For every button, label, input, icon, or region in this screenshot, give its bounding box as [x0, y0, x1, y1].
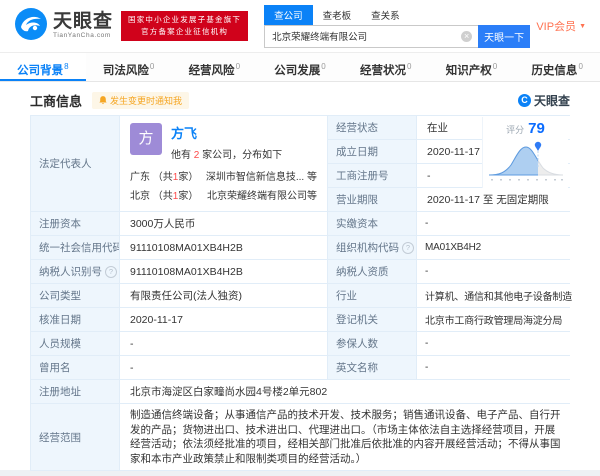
company-search-input[interactable] — [264, 24, 479, 48]
field-value: MA01XB4H2 — [417, 236, 572, 259]
field-label: 组织机构代码? — [328, 236, 416, 259]
business-info-table: 法定代表人 方 方飞 他有 2 家公司，分布如下 广东 （共1家） 深圳市智信新… — [30, 115, 572, 471]
section-title: 工商信息 — [30, 93, 83, 109]
field-value: 3000万人民币 — [120, 212, 327, 235]
region-companies-link[interactable]: 北京荣耀终端有限公司等 — [198, 187, 317, 202]
vip-member-link[interactable]: VIP会员 ▼ — [536, 18, 586, 34]
field-label: 核准日期 — [31, 308, 119, 331]
field-value: 北京市工商行政管理局海淀分局 — [417, 308, 572, 331]
search-tab-boss[interactable]: 查老板 — [313, 5, 362, 25]
nav-tab-judicial-risk[interactable]: 司法风险0 — [86, 53, 172, 81]
field-value: - — [417, 332, 572, 355]
watermark: C 天眼查 — [517, 92, 570, 109]
nav-tab-development[interactable]: 公司发展0 — [257, 53, 343, 81]
nav-tab-history[interactable]: 历史信息0 — [514, 53, 600, 81]
nav-tab-operation-risk[interactable]: 经营风险0 — [171, 53, 257, 81]
field-label: 行业 — [328, 284, 416, 307]
field-label: 经营状态 — [328, 116, 416, 139]
search-tab-company[interactable]: 查公司 — [264, 4, 313, 25]
field-label: 经营范围 — [31, 404, 119, 470]
legal-rep-name[interactable]: 方飞 — [171, 123, 282, 142]
field-value: - — [120, 356, 327, 379]
nav-tab-background[interactable]: 公司背景8 — [0, 53, 86, 81]
field-value: - — [120, 332, 327, 355]
region-row: 广东 （共1家） 深圳市智信新信息技... 等 — [130, 168, 317, 183]
legal-rep-cell: 方 方飞 他有 2 家公司，分布如下 广东 （共1家） 深圳市智信新信息技...… — [120, 116, 327, 211]
brand-domain: TianYanCha.com — [53, 32, 111, 40]
field-label: 工商注册号 — [328, 164, 416, 187]
caret-down-icon: ▼ — [579, 22, 586, 30]
field-label: 成立日期 — [328, 140, 416, 163]
legal-rep-avatar[interactable]: 方 — [130, 123, 162, 155]
field-label: 注册地址 — [31, 380, 119, 403]
field-label: 营业期限 — [328, 188, 416, 211]
legal-rep-summary: 他有 2 家公司，分布如下 — [171, 150, 283, 161]
search-button[interactable]: 天眼一下 — [478, 24, 531, 48]
nav-tab-intellectual-property[interactable]: 知识产权0 — [429, 53, 515, 81]
company-section-nav: 公司背景8 司法风险0 经营风险0 公司发展0 经营状况0 知识产权0 历史信息… — [0, 52, 600, 82]
search-tab-relation[interactable]: 查关系 — [361, 5, 410, 25]
field-label: 公司类型 — [31, 284, 119, 307]
help-icon[interactable]: ? — [402, 241, 414, 254]
tianyancha-company-page: 天眼查 TianYanCha.com 国家中小企业发展子基金旗下 官方备案企业征… — [0, 0, 600, 471]
field-label: 纳税人资质 — [328, 260, 416, 283]
field-value: 91110108MA01XB4H2B — [120, 236, 327, 259]
site-header: 天眼查 TianYanCha.com 国家中小企业发展子基金旗下 官方备案企业征… — [0, 0, 600, 52]
field-label: 实缴资本 — [328, 212, 416, 235]
certification-badge: 国家中小企业发展子基金旗下 官方备案企业征信机构 — [121, 11, 249, 41]
region-companies-link[interactable]: 深圳市智信新信息技... 等 — [198, 168, 317, 183]
field-value: 2020-11-17 — [120, 308, 327, 331]
watermark-logo-icon: C — [517, 93, 531, 107]
brand-name: 天眼查 — [53, 11, 114, 33]
company-score-card[interactable]: 评分 79 — [482, 117, 568, 188]
region-row: 北京 （共1家） 北京荣耀终端有限公司等 — [130, 187, 317, 202]
field-label: 注册资本 — [31, 212, 119, 235]
score-distribution-chart — [488, 141, 563, 181]
field-value: - — [417, 356, 572, 379]
field-value: 有限责任公司(法人独资) — [120, 284, 327, 307]
bell-icon — [99, 95, 107, 104]
notify-change-badge[interactable]: 发生变更时通知我 — [92, 91, 190, 109]
field-label: 登记机关 — [328, 308, 416, 331]
field-value: - — [417, 260, 572, 283]
business-scope-value: 制造通信终端设备；从事通信产品的技术开发、技术服务；销售通讯设备、电子产品、自行… — [120, 404, 572, 470]
score-value: 79 — [528, 120, 545, 137]
field-label: 统一社会信用代码? — [31, 236, 119, 259]
field-label: 纳税人识别号? — [31, 260, 119, 283]
business-info-section-bar: 工商信息 发生变更时通知我 C 天眼查 — [30, 90, 570, 110]
help-icon[interactable]: ? — [105, 265, 117, 278]
nav-tab-operation-status[interactable]: 经营状况0 — [343, 53, 429, 81]
field-label: 曾用名 — [31, 356, 119, 379]
registered-address-value: 北京市海淀区白家疃尚水园4号楼2单元802 — [120, 380, 572, 403]
field-label: 英文名称 — [328, 356, 416, 379]
field-label: 人员规模 — [31, 332, 119, 355]
clear-search-icon[interactable]: × — [461, 30, 473, 42]
legal-rep-label: 法定代表人 — [31, 116, 119, 211]
field-label: 参保人数 — [328, 332, 416, 355]
tianyancha-logo-icon — [14, 7, 48, 46]
field-value: 91110108MA01XB4H2B — [120, 260, 327, 283]
field-value: 2020-11-17 至 无固定期限 — [417, 188, 572, 211]
search-area: 查公司 查老板 查关系 × 天眼一下 — [264, 4, 531, 48]
field-value: 计算机、通信和其他电子设备制造业 — [417, 284, 572, 307]
score-label: 评分 — [506, 125, 525, 135]
field-value: - — [417, 212, 572, 235]
tianyancha-logo[interactable]: 天眼查 TianYanCha.com — [14, 7, 113, 46]
